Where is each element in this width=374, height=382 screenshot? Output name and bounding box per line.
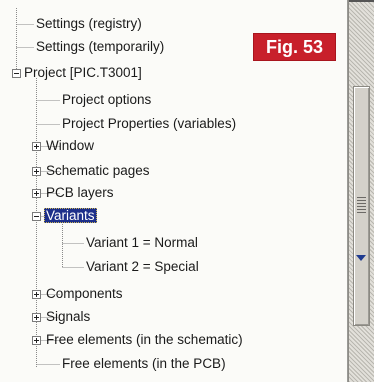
tree-item-window[interactable]: Window: [44, 136, 96, 156]
tree-item-label: Variants: [44, 208, 97, 223]
expand-toggle-icon[interactable]: [32, 336, 41, 345]
tree-item-signals[interactable]: Signals: [44, 307, 92, 327]
grip-icon: [357, 197, 366, 215]
tree-item-label: PCB layers: [46, 185, 114, 200]
tree-item-label: Settings (registry): [36, 16, 142, 31]
tree-item-label: Components: [46, 286, 123, 301]
tree-item-settings-temporarily[interactable]: Settings (temporarily): [34, 37, 166, 57]
expand-toggle-icon[interactable]: [32, 167, 41, 176]
tree-item-label: Project [PIC.T3001]: [24, 65, 142, 80]
tree-item-pcb-layers[interactable]: PCB layers: [44, 183, 116, 203]
tree-item-free-elements-schematic[interactable]: Free elements (in the schematic): [44, 330, 245, 350]
tree-item-variant-1[interactable]: Variant 1 = Normal: [84, 233, 200, 253]
tree-item-label: Signals: [46, 309, 91, 324]
tree-item-label: Variant 2 = Special: [86, 259, 199, 274]
tree-item-project[interactable]: Project [PIC.T3001]: [22, 63, 144, 83]
tree-item-project-properties[interactable]: Project Properties (variables): [60, 114, 238, 134]
tree-item-label: Project Properties (variables): [62, 116, 237, 131]
figure-label: Fig. 53: [253, 33, 336, 61]
expand-toggle-icon[interactable]: [32, 142, 41, 151]
expand-toggle-icon[interactable]: [32, 290, 41, 299]
tree-item-label: Free elements (in the PCB): [62, 356, 226, 371]
tree-item-label: Schematic pages: [46, 163, 150, 178]
tree-item-settings-registry[interactable]: Settings (registry): [34, 14, 144, 34]
tree-item-label: Project options: [62, 92, 152, 107]
expand-toggle-icon[interactable]: [32, 189, 41, 198]
expand-toggle-icon[interactable]: [32, 313, 41, 322]
tree-item-label: Free elements (in the schematic): [46, 332, 243, 347]
tree-item-variants[interactable]: Variants: [44, 206, 97, 226]
tree-item-schematic-pages[interactable]: Schematic pages: [44, 161, 152, 181]
tree-item-label: Variant 1 = Normal: [86, 235, 198, 250]
tree-item-label: Window: [46, 138, 95, 153]
tree-item-variant-2[interactable]: Variant 2 = Special: [84, 257, 201, 277]
scroll-down-arrow-icon[interactable]: [356, 255, 366, 261]
scrollbar-thumb[interactable]: [353, 86, 370, 326]
tree-item-free-elements-pcb[interactable]: Free elements (in the PCB): [60, 354, 228, 374]
tree-item-components[interactable]: Components: [44, 284, 125, 304]
collapse-toggle-icon[interactable]: [12, 69, 21, 78]
tree-item-label: Settings (temporarily): [36, 39, 165, 54]
collapse-toggle-icon[interactable]: [32, 212, 41, 221]
tree-item-project-options[interactable]: Project options: [60, 90, 153, 110]
scrollbar-top-edge: [349, 0, 374, 2]
project-tree-view[interactable]: Settings (registry) Settings (temporaril…: [0, 0, 348, 382]
vertical-scrollbar[interactable]: [348, 0, 374, 382]
